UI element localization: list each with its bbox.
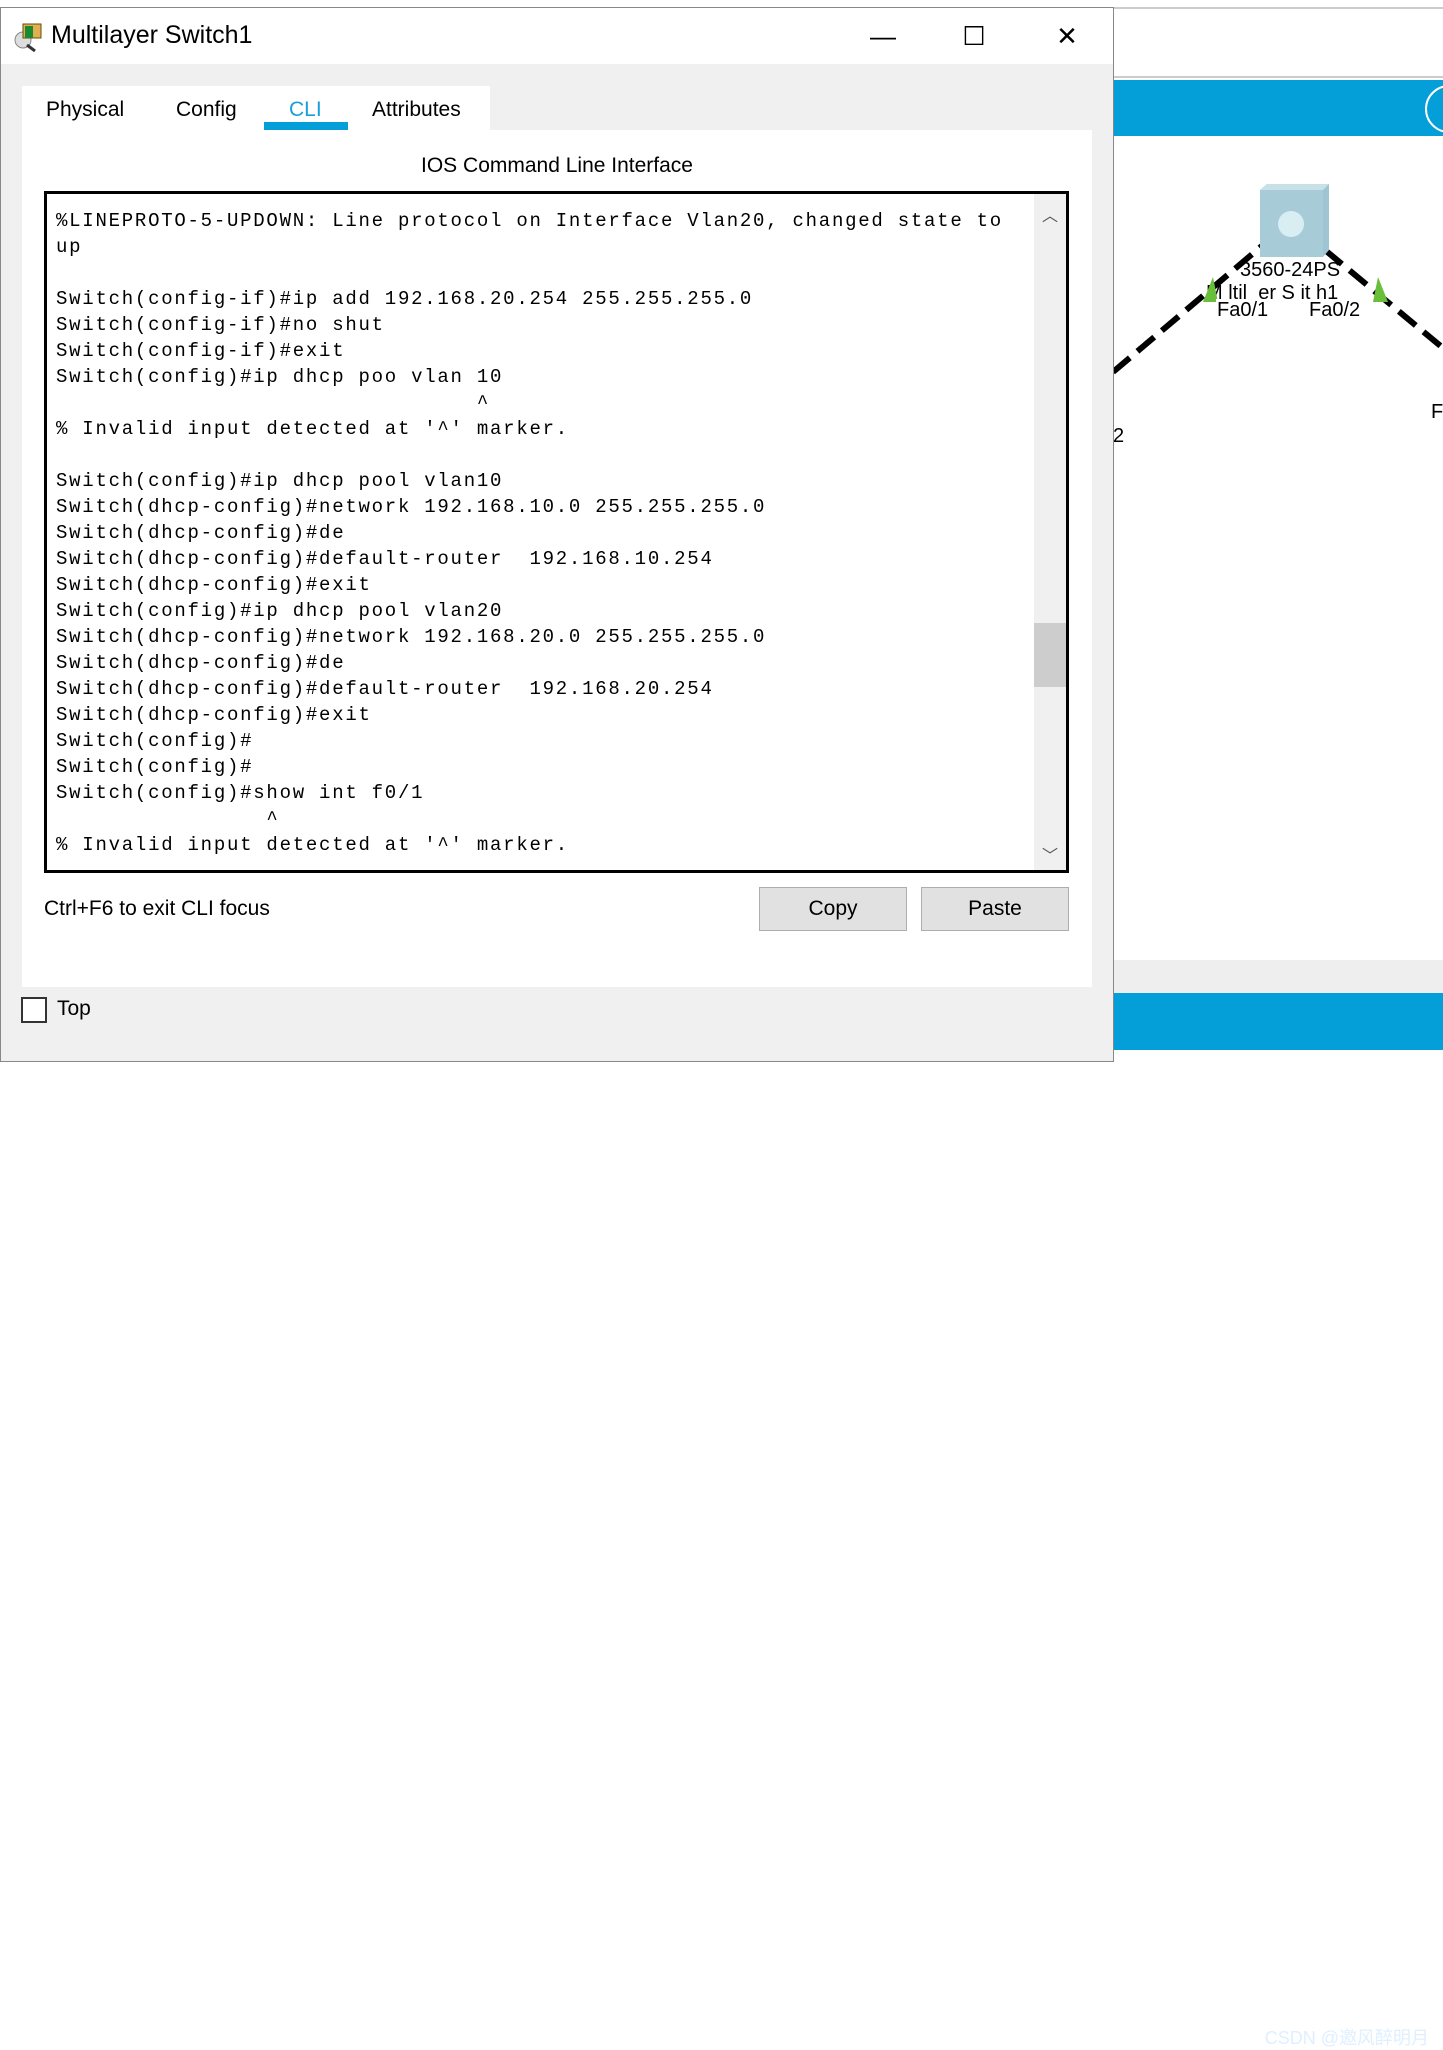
tab-attributes[interactable]: Attributes [372,98,461,122]
divider [1113,7,1443,9]
title-bar[interactable]: Multilayer Switch1 — ☐ ✕ [1,8,1113,64]
cli-line: Switch(dhcp-config)#exit [56,704,372,726]
scroll-down-icon[interactable]: ﹀ [1034,842,1066,866]
tab-config[interactable]: Config [176,98,237,122]
device-model-label: 3560-24PS [1240,259,1341,281]
cli-line [56,260,1003,286]
cli-output: %LINEPROTO-5-UPDOWN: Line protocol on In… [56,208,1003,858]
cli-line: Switch(dhcp-config)#de [56,522,346,544]
cli-terminal[interactable]: %LINEPROTO-5-UPDOWN: Line protocol on In… [44,191,1069,873]
cli-line: up [56,236,83,258]
cli-line: ^ [56,392,491,414]
active-tab-indicator [264,122,348,130]
cli-line: % Invalid input detected at '^' marker. [56,418,569,440]
cli-line: Switch(config)# [56,756,254,778]
cli-heading: IOS Command Line Interface [421,154,693,177]
copy-button[interactable]: Copy [759,887,907,931]
cli-line: Switch(dhcp-config)#network 192.168.10.0… [56,496,767,518]
cli-line: Switch(dhcp-config)#de [56,652,346,674]
cli-line: ^ [56,808,280,830]
maximize-button[interactable]: ☐ [954,18,994,54]
minimize-button[interactable]: — [863,18,903,54]
cli-line: Switch(config)#ip dhcp poo vlan 10 [56,366,504,388]
port-label-fa0-1: Fa0/1 [1216,299,1270,322]
window-title: Multilayer Switch1 [51,21,253,49]
cli-line: % Invalid input detected at '^' marker. [56,834,569,856]
tab-cli[interactable]: CLI [289,98,322,122]
cli-line: Switch(dhcp-config)#default-router 192.1… [56,678,714,700]
top-checkbox-label: Top [57,997,91,1020]
cli-line: Switch(config-if)#no shut [56,314,385,336]
workspace-bar: [Root] [1113,80,1443,199]
port-label-partial: 2 [1113,425,1125,447]
cli-line: Switch(config)#ip dhcp pool vlan10 [56,470,504,492]
divider [1113,76,1443,78]
scrollbar-thumb[interactable] [1034,623,1066,687]
top-checkbox[interactable] [21,997,47,1023]
device-window: Multilayer Switch1 — ☐ ✕ Physical Config… [0,7,1114,1062]
tab-bar: Physical Config CLI Attributes [22,86,490,132]
scrollbar[interactable]: ︿ ﹀ [1034,194,1066,870]
bottom-bar: CSDN @邀风醉明月 [1113,993,1443,2048]
scroll-up-icon[interactable]: ︿ [1034,202,1066,226]
close-button[interactable]: ✕ [1047,18,1087,54]
cli-line: Switch(config-if)#ip add 192.168.20.254 … [56,288,754,310]
multilayer-switch-icon [1260,184,1329,257]
bottom-area [1113,960,1443,993]
port-label-fa0-2: Fa0/2 [1308,299,1362,322]
cli-line: Switch(config)# [56,730,254,752]
paste-button[interactable]: Paste [921,887,1069,931]
link-up-icon [1373,277,1388,302]
cli-line: Switch(dhcp-config)#network 192.168.20.0… [56,626,767,648]
cli-line: Switch(config)#show int f0/1 [56,782,425,804]
watermark: CSDN @邀风醉明月 [1264,2028,1429,2048]
port-label-partial: F [1431,401,1443,423]
cli-line: Switch(dhcp-config)#default-router 192.1… [56,548,714,570]
cli-line: Switch(config-if)#exit [56,340,346,362]
cli-line [56,442,1003,468]
cli-line: %LINEPROTO-5-UPDOWN: Line protocol on In… [56,210,1003,232]
cli-panel: IOS Command Line Interface %LINEPROTO-5-… [22,130,1092,987]
cli-line: Switch(dhcp-config)#exit [56,574,372,596]
cli-line: Switch(config)#ip dhcp pool vlan20 [56,600,504,622]
device-app-icon [14,23,42,52]
cli-focus-hint: Ctrl+F6 to exit CLI focus [44,897,270,920]
tab-physical[interactable]: Physical [46,98,124,122]
